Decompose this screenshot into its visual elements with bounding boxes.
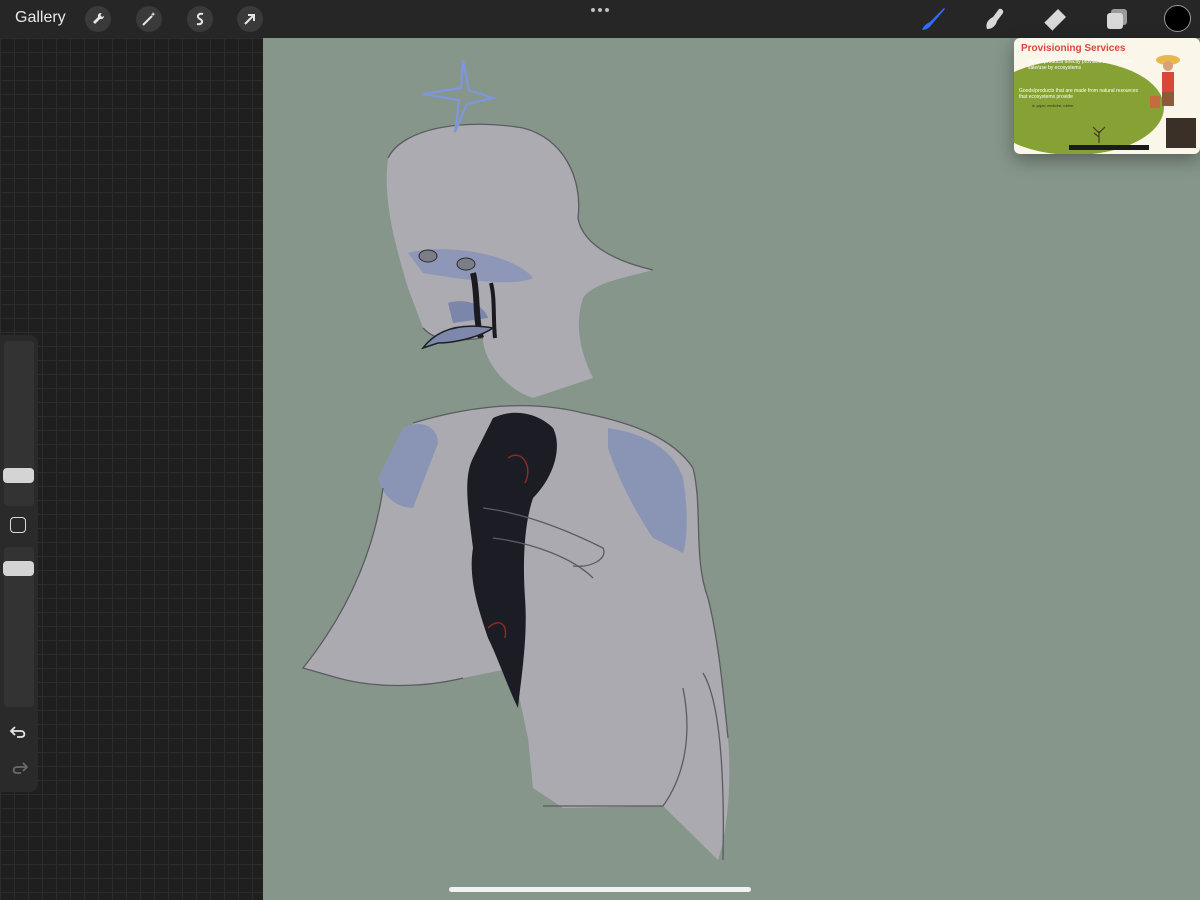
- selection-icon[interactable]: [187, 6, 213, 32]
- redo-icon[interactable]: [9, 759, 29, 777]
- layers-icon[interactable]: [1102, 5, 1132, 33]
- character-drawing: [301, 59, 730, 861]
- undo-icon[interactable]: [9, 723, 29, 741]
- drawing-canvas[interactable]: [263, 38, 1200, 900]
- home-indicator[interactable]: [449, 887, 751, 892]
- eraser-icon[interactable]: [1040, 5, 1070, 33]
- magic-wand-icon[interactable]: [136, 6, 162, 32]
- picture-in-picture-video[interactable]: Provisioning Services Goods/products dir…: [1014, 38, 1200, 154]
- gallery-button[interactable]: Gallery: [15, 9, 66, 27]
- brush-icon[interactable]: [918, 5, 948, 33]
- wrench-icon[interactable]: [85, 6, 111, 32]
- farmer-illustration: [1150, 55, 1180, 108]
- brush-size-knob[interactable]: [3, 468, 34, 483]
- color-picker-button[interactable]: [1164, 5, 1191, 32]
- slide-title: Provisioning Services: [1021, 43, 1126, 54]
- slide-line-2: Goods/products that are made from natura…: [1019, 88, 1138, 100]
- canvas-surround-grid: [0, 38, 263, 900]
- video-participant-thumbnail: [1166, 118, 1196, 148]
- smudge-icon[interactable]: [979, 5, 1009, 33]
- video-caption-bar: [1069, 145, 1149, 150]
- opacity-knob[interactable]: [3, 561, 34, 576]
- more-options-icon[interactable]: [590, 5, 610, 15]
- side-slider-panel: [0, 335, 38, 792]
- slide-line-1: Goods/products directly provided to huma…: [1028, 59, 1134, 71]
- transform-arrow-icon[interactable]: [237, 6, 263, 32]
- top-toolbar: Gallery: [0, 0, 1200, 38]
- modify-button[interactable]: [10, 517, 26, 533]
- tree-icon: [1092, 126, 1106, 143]
- slide-note: ie. paper, medicine, rubber: [1032, 104, 1074, 108]
